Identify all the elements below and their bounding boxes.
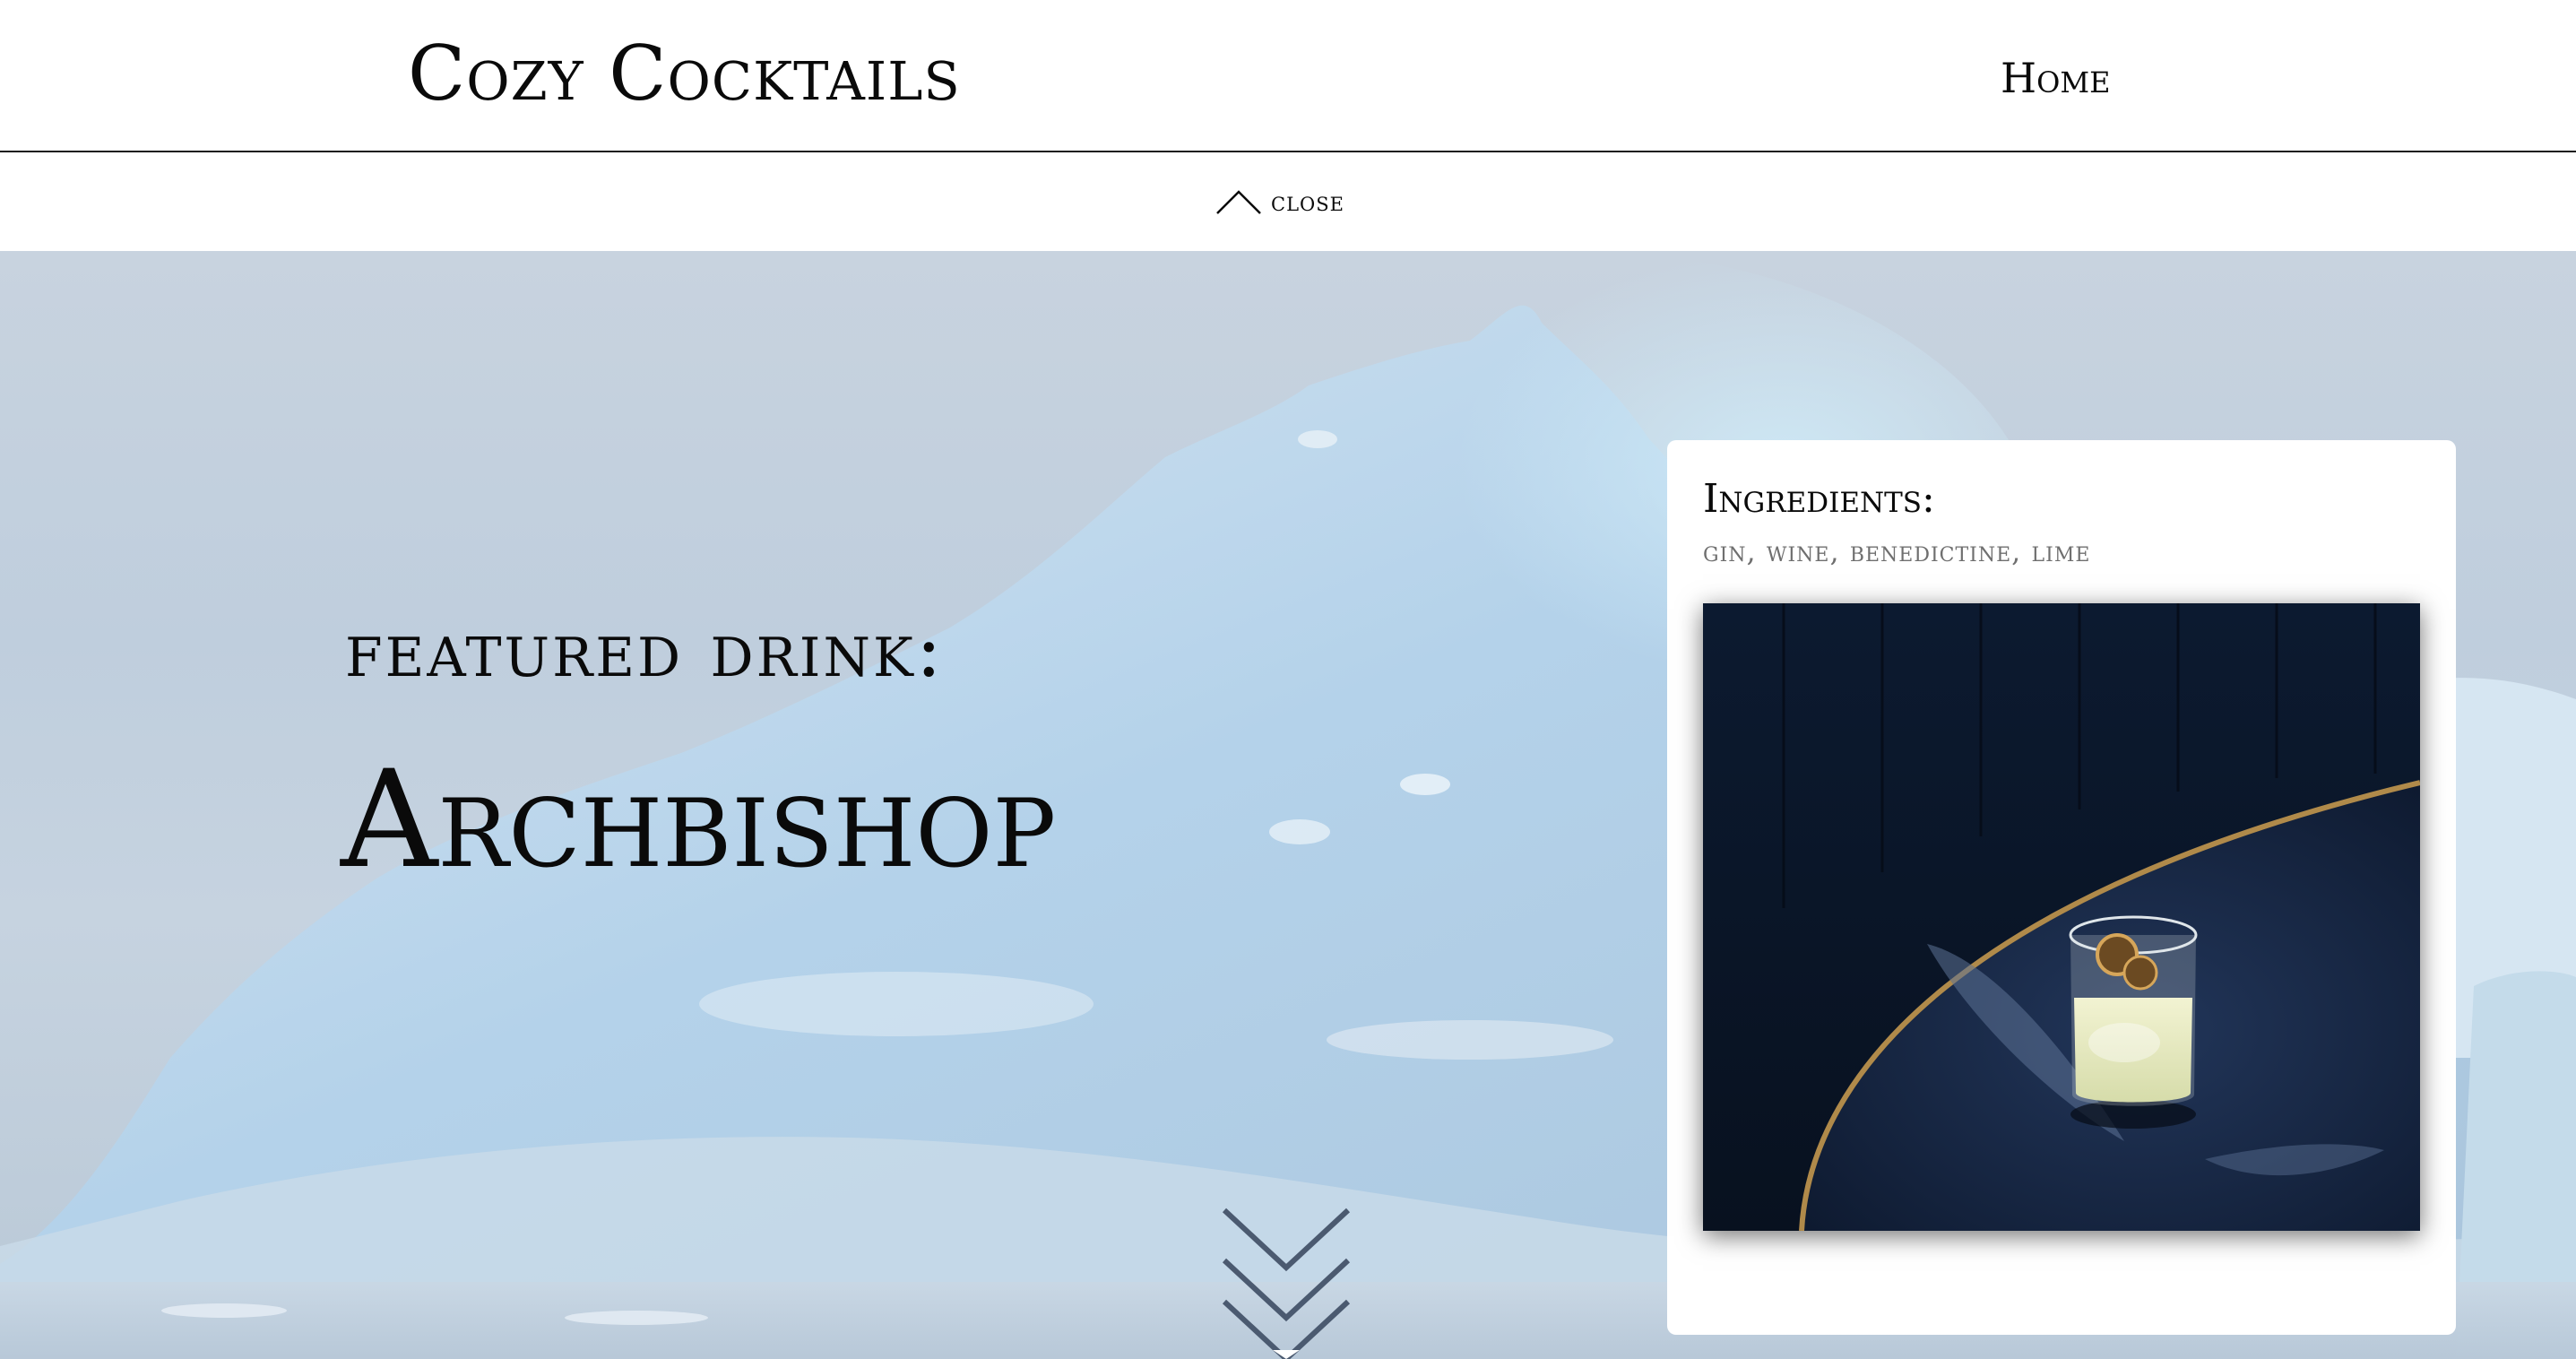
close-button[interactable]: CLOSE xyxy=(1215,179,1344,224)
cocktail-photo-art xyxy=(1703,603,2420,1231)
featured-drink-name: Archbishop xyxy=(341,742,1057,898)
chevron-up-icon xyxy=(1216,190,1261,214)
site-header: Cozy Cocktails Home xyxy=(0,0,2576,152)
close-label: CLOSE xyxy=(1271,186,1344,218)
double-chevron-down-icon[interactable] xyxy=(1219,1201,1353,1359)
site-logo[interactable]: Cozy Cocktails xyxy=(408,20,961,127)
ingredients-title: Ingredients: xyxy=(1703,476,1935,522)
ingredients-list: GIN, WINE, BENEDICTINE, LIME xyxy=(1703,534,2091,568)
cocktail-photo xyxy=(1703,603,2420,1231)
close-bar: CLOSE xyxy=(0,152,2576,251)
nav-home-link[interactable]: Home xyxy=(2001,47,2110,109)
ingredients-card: Ingredients: GIN, WINE, BENEDICTINE, LIM… xyxy=(1667,440,2456,1335)
featured-drink-label: FEATURED DRINK: xyxy=(345,605,945,695)
featured-hero: FEATURED DRINK: Archbishop Ingredients: … xyxy=(0,251,2576,1359)
